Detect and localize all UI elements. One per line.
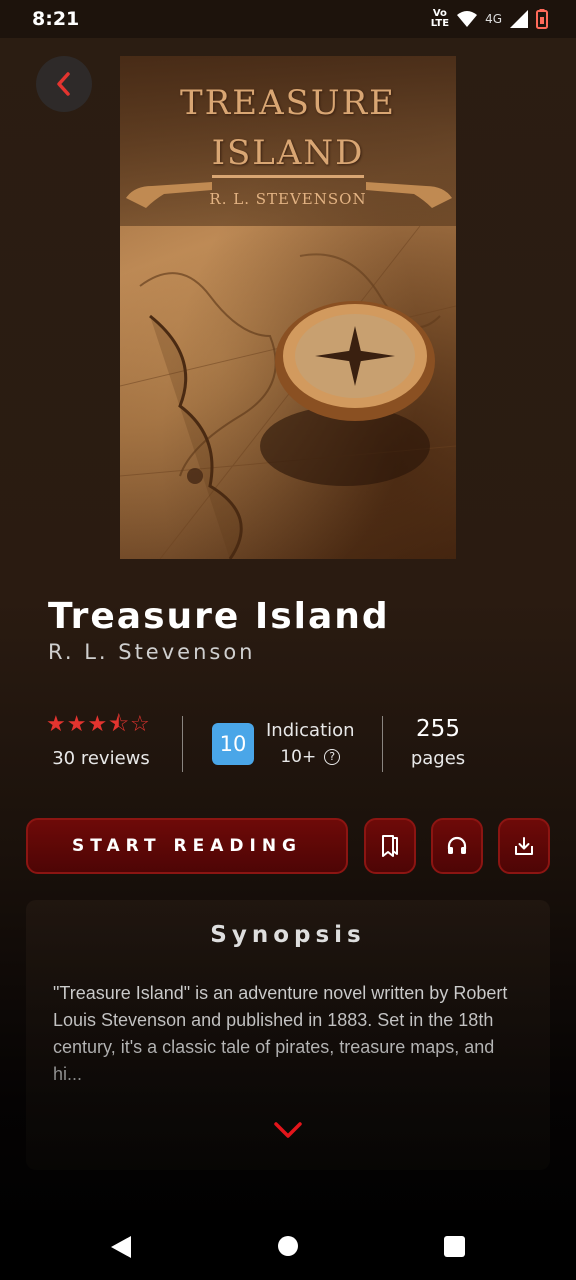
nav-recents-button[interactable] — [444, 1236, 465, 1257]
expand-synopsis-button[interactable] — [273, 1118, 303, 1142]
indication-age: 10+ — [280, 747, 317, 767]
download-icon — [515, 837, 533, 855]
age-indication: 10 Indication 10+ ? — [212, 720, 355, 767]
pages-label: pages — [410, 748, 466, 769]
reviews-count: 30 reviews — [52, 748, 150, 769]
start-reading-label: START READING — [72, 836, 302, 856]
star-icon: ★ — [46, 712, 66, 737]
volte-icon: Vo LTE — [430, 8, 450, 29]
start-reading-button[interactable]: START READING — [26, 818, 348, 874]
back-button[interactable] — [36, 56, 92, 112]
status-time: 8:21 — [32, 8, 80, 30]
star-icon: ★ — [87, 712, 108, 737]
audiobook-button[interactable] — [431, 818, 483, 874]
status-icons: Vo LTE 4G — [431, 9, 548, 29]
pages-count: 255 — [416, 716, 460, 742]
system-nav-bar — [0, 1210, 576, 1280]
star-rating: ★ ★ ★ ⯪ ☆ — [46, 712, 156, 738]
battery-icon — [536, 9, 548, 29]
wifi-icon — [457, 11, 478, 27]
rating-block[interactable]: ★ ★ ★ ⯪ ☆ 30 reviews — [46, 712, 156, 769]
star-half-icon: ⯪ — [108, 712, 130, 737]
nav-home-button[interactable] — [278, 1236, 298, 1256]
stats-divider — [182, 716, 183, 772]
nav-back-icon[interactable] — [110, 1235, 132, 1259]
book-title: Treasure Island — [48, 596, 390, 637]
headphones-icon — [447, 836, 467, 854]
signal-icon — [510, 10, 528, 28]
bookmark-button[interactable] — [364, 818, 416, 874]
book-stats: ★ ★ ★ ⯪ ☆ 30 reviews 10 Indication 10+ ?… — [0, 712, 576, 778]
bookmark-icon — [382, 835, 398, 857]
age-badge: 10 — [212, 722, 254, 765]
cover-author: R. L. Stevenson — [209, 190, 367, 208]
synopsis-text: "Treasure Island" is an adventure novel … — [53, 980, 523, 1088]
network-type: 4G — [485, 12, 502, 26]
indication-label: Indication — [266, 720, 355, 741]
book-cover: Treasure Island R. L. Stevenson — [120, 56, 456, 559]
download-button[interactable] — [498, 818, 550, 874]
star-empty-icon: ☆ — [130, 712, 150, 737]
chevron-left-icon — [57, 72, 70, 96]
synopsis-card: Synopsis "Treasure Island" is an adventu… — [26, 900, 550, 1170]
book-author: R. L. Stevenson — [48, 640, 256, 664]
cover-divider — [212, 175, 364, 178]
help-icon[interactable]: ? — [324, 749, 341, 765]
star-icon: ★ — [66, 712, 87, 737]
status-bar: 8:21 Vo LTE 4G — [0, 0, 576, 38]
stats-divider — [382, 716, 383, 772]
pages-block: 255 pages — [404, 716, 472, 769]
chevron-down-icon — [274, 1122, 302, 1138]
cover-title: Treasure Island — [179, 83, 396, 173]
synopsis-title: Synopsis — [210, 922, 366, 948]
